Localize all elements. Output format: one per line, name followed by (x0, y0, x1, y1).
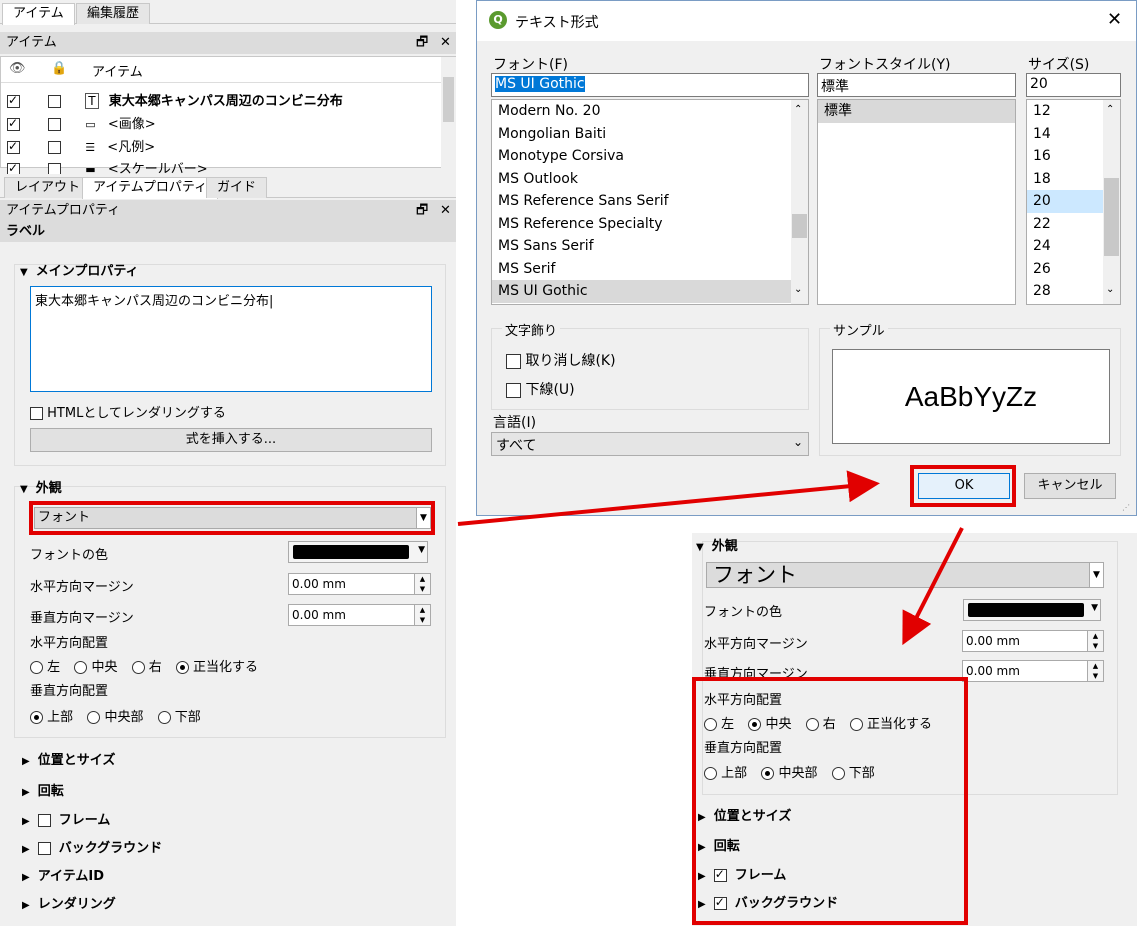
annotation-arrows (457, 470, 964, 646)
arrow-to-result (902, 527, 964, 646)
arrow-to-ok (457, 470, 880, 526)
